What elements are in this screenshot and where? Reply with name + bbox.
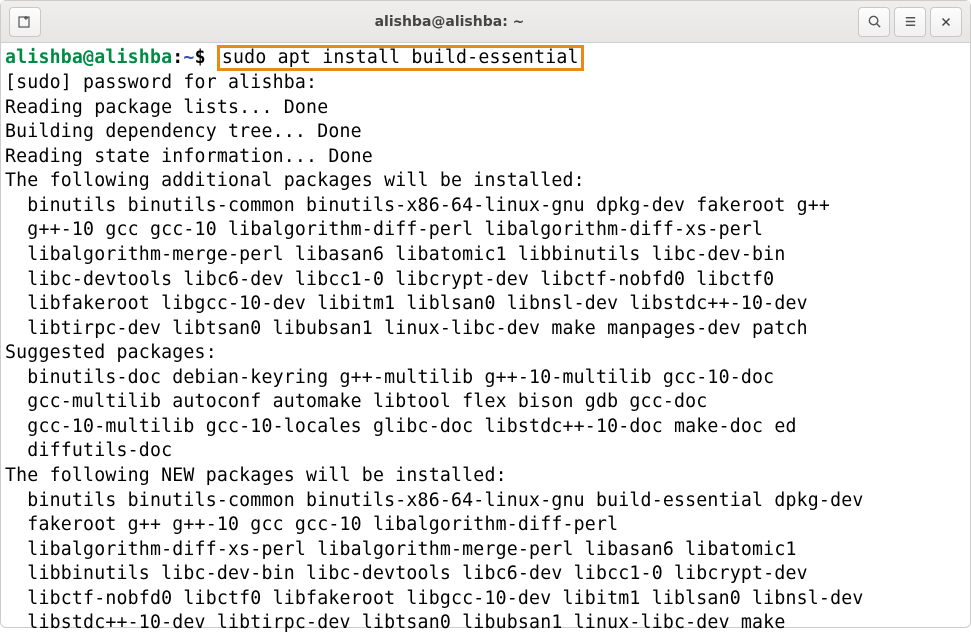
prompt-user-host: alishba@alishba xyxy=(5,47,172,68)
output-line: Reading package lists... Done xyxy=(5,97,328,118)
new-tab-button[interactable] xyxy=(9,7,41,37)
prompt-dollar: $ xyxy=(195,47,206,68)
output-line: g++-10 gcc gcc-10 libalgorithm-diff-perl… xyxy=(5,219,763,240)
output-line: Suggested packages: xyxy=(5,342,217,363)
output-line: binutils binutils-common binutils-x86-64… xyxy=(5,195,830,216)
output-line: binutils-doc debian-keyring g++-multilib… xyxy=(5,367,774,388)
highlighted-command: sudo apt install build-essential xyxy=(217,45,584,71)
prompt-path: ~ xyxy=(183,47,194,68)
output-line: gcc-multilib autoconf automake libtool f… xyxy=(5,391,707,412)
output-line: libfakeroot libgcc-10-dev libitm1 liblsa… xyxy=(5,293,808,314)
terminal-content[interactable]: alishba@alishba:~$ sudo apt install buil… xyxy=(1,43,970,638)
menu-button[interactable] xyxy=(894,7,926,37)
output-line: The following additional packages will b… xyxy=(5,170,585,191)
close-button[interactable] xyxy=(930,7,962,37)
output-line: binutils binutils-common binutils-x86-64… xyxy=(5,490,864,511)
output-line: Building dependency tree... Done xyxy=(5,121,362,142)
output-line: libbinutils libc-dev-bin libc-devtools l… xyxy=(5,563,808,584)
search-button[interactable] xyxy=(858,7,890,37)
output-line: diffutils-doc xyxy=(5,440,172,461)
output-line: libalgorithm-merge-perl libasan6 libatom… xyxy=(5,244,786,265)
output-line: libalgorithm-diff-xs-perl libalgorithm-m… xyxy=(5,539,797,560)
output-line: [sudo] password for alishba: xyxy=(5,72,317,93)
prompt-colon: : xyxy=(172,47,183,68)
output-line: libc-devtools libc6-dev libcc1-0 libcryp… xyxy=(5,269,774,290)
window-title: alishba@alishba: ~ xyxy=(41,14,858,30)
output-line: libctf-nobfd0 libctf0 libfakeroot libgcc… xyxy=(5,588,864,609)
output-line: Reading state information... Done xyxy=(5,146,373,167)
output-line: gcc-10-multilib gcc-10-locales glibc-doc… xyxy=(5,416,797,437)
output-line: The following NEW packages will be insta… xyxy=(5,465,507,486)
output-line: fakeroot g++ g++-10 gcc gcc-10 libalgori… xyxy=(5,514,618,535)
titlebar: alishba@alishba: ~ xyxy=(1,1,970,43)
output-line: libstdc++-10-dev libtirpc-dev libtsan0 l… xyxy=(5,612,786,633)
output-line: libtirpc-dev libtsan0 libubsan1 linux-li… xyxy=(5,318,808,339)
